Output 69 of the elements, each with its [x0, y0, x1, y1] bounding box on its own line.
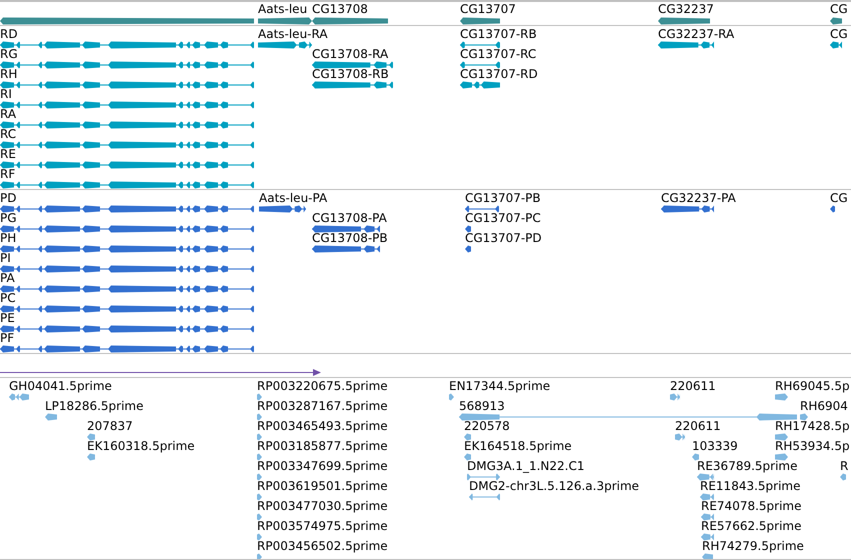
est-label: DMG3A.1_1.N22.C1 [467, 459, 584, 473]
transcript-label: RH [0, 67, 18, 81]
protein-label: CG13708-PA [312, 211, 387, 225]
est-label: EK160318.5prime [87, 439, 195, 453]
protein-label: PA [0, 271, 15, 285]
est-label: EN17344.5prime [449, 379, 550, 393]
est-label: 568913 [459, 399, 505, 413]
protein-label: PH [0, 231, 16, 245]
transcript-label: CG13708-RA [312, 47, 388, 61]
est-label: RP003220675.5prime [257, 379, 388, 393]
transcript-label: Aats-leu-RA [258, 27, 328, 41]
est-label: RP003185877.5prime [257, 439, 388, 453]
est-label: RH74279.5prime [702, 539, 804, 553]
protein-label: PC [0, 291, 16, 305]
est-label: 103339 [692, 439, 738, 453]
protein-label: CG13707-PB [465, 191, 541, 205]
gene-label: CG32237 [658, 2, 714, 16]
est-label: RE74078.5prime [701, 499, 802, 513]
est-label: RH69045.5p [775, 379, 850, 393]
transcript-label: CG13707-RB [460, 27, 537, 41]
protein-label: CG32237-PA [661, 191, 736, 205]
gene-label: CG [830, 2, 848, 16]
transcript-label: RE [0, 147, 16, 161]
transcript-label: RD [0, 27, 18, 41]
est-label: 220611 [675, 419, 721, 433]
gene-label: Aats-leu [258, 2, 308, 16]
protein-label: PE [0, 311, 15, 325]
protein-label: PG [0, 211, 17, 225]
transcript-label: CG13708-RB [312, 67, 389, 81]
protein-label: CG13707-PC [465, 211, 541, 225]
protein-label: PI [0, 251, 11, 265]
est-label: RP003619501.5prime [257, 479, 388, 493]
protein-label: CG13708-PB [312, 231, 388, 245]
transcript-label: RF [0, 167, 16, 181]
transcript-label: CG32237-RA [658, 27, 734, 41]
transcript-label: RI [0, 87, 12, 101]
protein-label: PD [0, 191, 16, 205]
est-label: 220611 [670, 379, 716, 393]
est-label: RH6904 [800, 399, 848, 413]
transcript-label: CG13707-RC [460, 47, 536, 61]
transcript-label: CG [830, 27, 848, 41]
est-label: RE36789.5prime [697, 459, 798, 473]
transcript-label: RC [0, 127, 16, 141]
protein-label: CG [830, 191, 848, 205]
protein-label: CG13707-PD [465, 231, 542, 245]
transcript-label: RG [0, 47, 18, 61]
est-label: RP003287167.5prime [257, 399, 388, 413]
est-label: RH53934.5p [775, 439, 850, 453]
transcript-label: RA [0, 107, 16, 121]
est-label: RP003347699.5prime [257, 459, 388, 473]
est-label: R [840, 459, 848, 473]
est-label: RP003456502.5prime [257, 539, 388, 553]
est-label: DMG2-chr3L.5.126.a.3prime [469, 479, 640, 493]
est-label: RE57662.5prime [701, 519, 802, 533]
est-label: RP003477030.5prime [257, 499, 388, 513]
protein-label: Aats-leu-PA [259, 191, 328, 205]
est-label: 207837 [87, 419, 133, 433]
est-label: RP003574975.5prime [257, 519, 388, 533]
transcript-label: CG13707-RD [460, 67, 538, 81]
est-label: LP18286.5prime [45, 399, 144, 413]
est-label: RP003465493.5prime [257, 419, 388, 433]
est-label: EK164518.5prime [464, 439, 572, 453]
est-label: 220578 [464, 419, 510, 433]
est-label: GH04041.5prime [9, 379, 112, 393]
protein-label: PF [0, 331, 14, 345]
est-label: RH17428.5p [775, 419, 850, 433]
gene-label: CG13707 [460, 2, 516, 16]
gene-label: CG13708 [312, 2, 368, 16]
est-label: RE11843.5prime [700, 479, 800, 493]
